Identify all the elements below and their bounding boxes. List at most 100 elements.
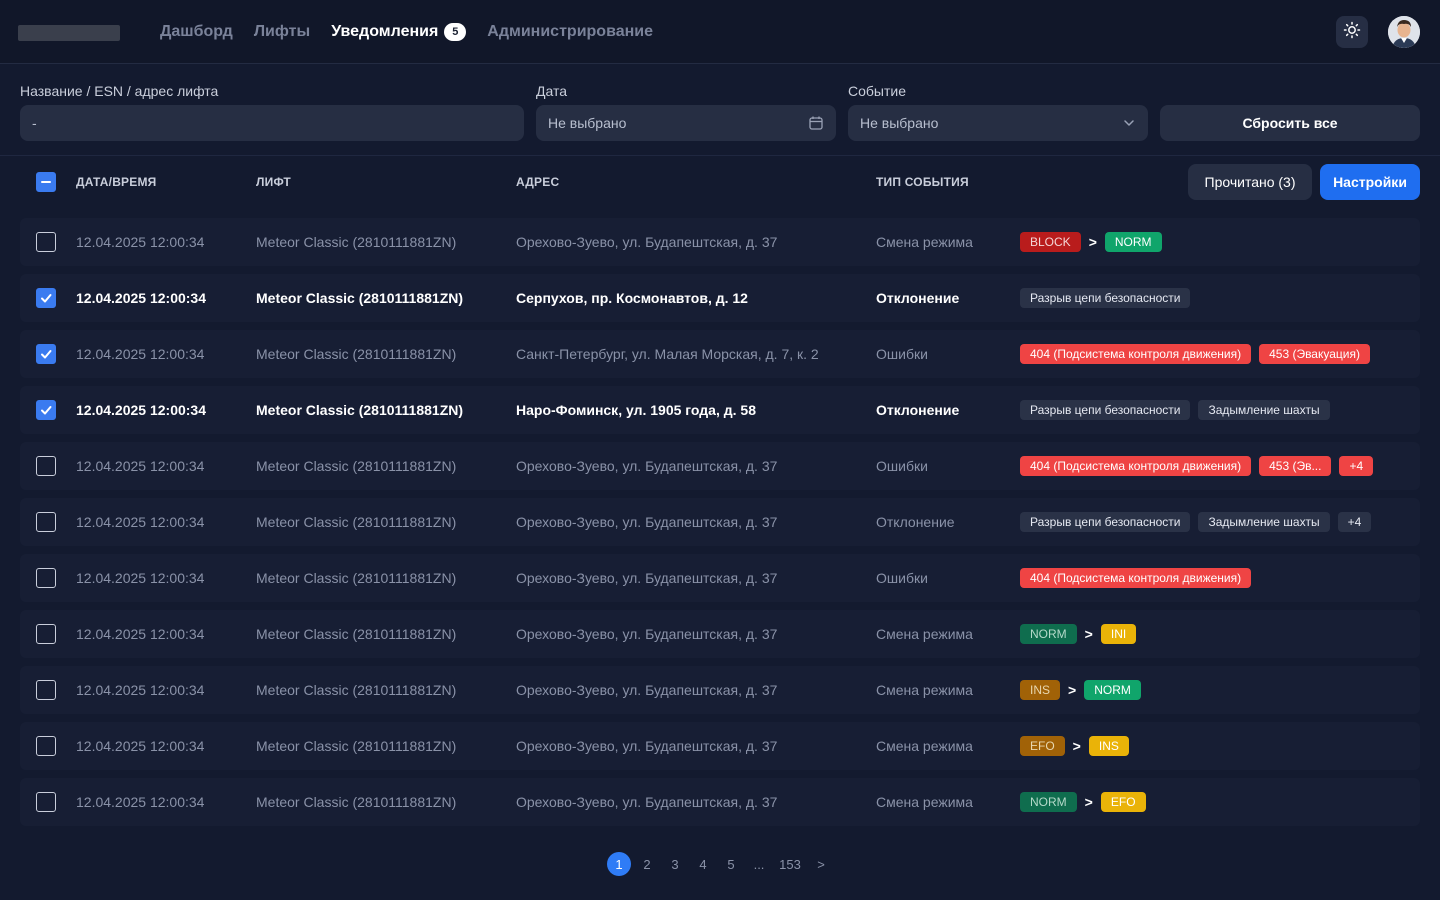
row-datetime: 12.04.2025 12:00:34: [76, 794, 205, 810]
row-address: Орехово-Зуево, ул. Будапештская, д. 37: [516, 794, 778, 810]
row-lift: Meteor Classic (2810111881ZN): [256, 458, 457, 474]
pagination: 1 2 3 4 5... 153 >: [0, 852, 1440, 876]
page-button[interactable]: 4: [695, 852, 711, 876]
table-row[interactable]: 12.04.2025 12:00:34 Meteor Classic (28101…: [20, 218, 1420, 266]
row-datetime: 12.04.2025 12:00:34: [76, 402, 206, 418]
nav-item-notifications[interactable]: Уведомления 5: [331, 23, 467, 41]
nav-item-lifts[interactable]: Лифты: [254, 23, 310, 41]
page-button[interactable]: 3: [667, 852, 683, 876]
row-event-type: Смена режима: [876, 682, 973, 698]
notifications-count-badge: 5: [444, 23, 467, 41]
logo[interactable]: [18, 25, 120, 41]
table-row[interactable]: 12.04.2025 12:00:34 Meteor Classic (28101…: [20, 722, 1420, 770]
row-lift: Meteor Classic (2810111881ZN): [256, 346, 457, 362]
nav-item-label: Дашборд: [160, 23, 233, 40]
table-row[interactable]: 12.04.2025 12:00:34 Meteor Classic (28101…: [20, 666, 1420, 714]
reset-all-button[interactable]: Сбросить все: [1160, 105, 1420, 141]
row-datetime: 12.04.2025 12:00:34: [76, 234, 205, 250]
row-checkbox[interactable]: [36, 400, 56, 420]
table-row[interactable]: 12.04.2025 12:00:34 Meteor Classic (28101…: [20, 610, 1420, 658]
row-checkbox[interactable]: [36, 288, 56, 308]
row-event-type: Ошибки: [876, 458, 928, 474]
date-picker[interactable]: Не выбрано: [536, 105, 836, 141]
table-row[interactable]: 12.04.2025 12:00:34 Meteor Classic (28101…: [20, 330, 1420, 378]
row-address: Наро-Фоминск, ул. 1905 года, д. 58: [516, 402, 756, 418]
row-event-type: Смена режима: [876, 626, 973, 642]
row-checkbox[interactable]: [36, 456, 56, 476]
theme-toggle-button[interactable]: [1336, 16, 1368, 48]
column-header-address[interactable]: АДРЕС: [516, 175, 559, 189]
row-checkbox[interactable]: [36, 736, 56, 756]
arrow-right-icon: >: [1088, 234, 1097, 250]
row-address: Орехово-Зуево, ул. Будапештская, д. 37: [516, 626, 778, 642]
row-lift: Meteor Classic (2810111881ZN): [256, 626, 457, 642]
check-icon: [41, 350, 52, 359]
row-lift: Meteor Classic (2810111881ZN): [256, 682, 457, 698]
page-button[interactable]: 153: [776, 852, 804, 876]
row-lift: Meteor Classic (2810111881ZN): [256, 234, 457, 250]
event-tag: +4: [1337, 512, 1372, 532]
row-address: Орехово-Зуево, ул. Будапештская, д. 37: [516, 514, 778, 530]
chevron-down-icon: [1122, 116, 1136, 130]
row-event-tags: Разрыв цепи безопасности Задымление шахты…: [1020, 498, 1372, 546]
row-checkbox[interactable]: [36, 624, 56, 644]
mark-read-button[interactable]: Прочитано (3): [1188, 164, 1312, 200]
event-tag: EFO: [1020, 736, 1065, 756]
column-header-event-type[interactable]: ТИП СОБЫТИЯ: [876, 175, 969, 189]
event-tag: NORM: [1020, 792, 1077, 812]
row-checkbox[interactable]: [36, 568, 56, 588]
row-address: Санкт-Петербург, ул. Малая Морская, д. 7…: [516, 346, 819, 362]
row-address: Орехово-Зуево, ул. Будапештская, д. 37: [516, 234, 778, 250]
table-row[interactable]: 12.04.2025 12:00:34 Meteor Classic (28101…: [20, 442, 1420, 490]
row-event-type: Смена режима: [876, 234, 973, 250]
nav-item-label: Уведомления: [331, 23, 439, 40]
row-checkbox[interactable]: [36, 232, 56, 252]
row-event-type: Отклонение: [876, 290, 960, 306]
row-checkbox[interactable]: [36, 344, 56, 364]
event-tag: INS: [1088, 736, 1129, 756]
event-tag: 404 (Подсистема контроля движения): [1020, 344, 1252, 364]
top-bar: Дашборд Лифты Уведомления 5 Администриро…: [0, 0, 1440, 64]
next-page-button[interactable]: >: [813, 852, 829, 876]
page-button[interactable]: 1: [607, 852, 631, 876]
table-row[interactable]: 12.04.2025 12:00:34 Meteor Classic (28101…: [20, 498, 1420, 546]
row-address: Орехово-Зуево, ул. Будапештская, д. 37: [516, 738, 778, 754]
row-datetime: 12.04.2025 12:00:34: [76, 738, 205, 754]
event-tag: BLOCK: [1020, 232, 1081, 252]
avatar[interactable]: [1388, 16, 1420, 48]
page-button[interactable]: 2: [639, 852, 655, 876]
row-event-type: Смена режима: [876, 738, 973, 754]
table-header: ДАТА/ВРЕМЯ ЛИФТ АДРЕС ТИП СОБЫТИЯ Прочит…: [20, 157, 1420, 207]
row-checkbox[interactable]: [36, 680, 56, 700]
page-button[interactable]: 5: [723, 852, 739, 876]
sun-icon: [1343, 21, 1361, 44]
search-input-value: -: [32, 115, 37, 131]
row-checkbox[interactable]: [36, 512, 56, 532]
check-icon: [41, 406, 52, 415]
date-label: Дата: [536, 83, 568, 99]
table-row[interactable]: 12.04.2025 12:00:34 Meteor Classic (28101…: [20, 274, 1420, 322]
row-datetime: 12.04.2025 12:00:34: [76, 682, 205, 698]
table-row[interactable]: 12.04.2025 12:00:34 Meteor Classic (28101…: [20, 554, 1420, 602]
event-select[interactable]: Не выбрано: [848, 105, 1148, 141]
nav-item-dashboard[interactable]: Дашборд: [160, 23, 233, 41]
row-address: Орехово-Зуево, ул. Будапештская, д. 37: [516, 570, 778, 586]
column-header-date[interactable]: ДАТА/ВРЕМЯ: [76, 175, 157, 189]
event-tag: 453 (Эвакуация): [1259, 344, 1370, 364]
settings-button[interactable]: Настройки: [1320, 164, 1420, 200]
event-tag: 404 (Подсистема контроля движения): [1020, 456, 1252, 476]
search-input[interactable]: -: [20, 105, 524, 141]
row-event-tags: 404 (Подсистема контроля движения) 453 (Э…: [1020, 330, 1370, 378]
event-select-value: Не выбрано: [860, 115, 939, 131]
nav-item-administration[interactable]: Администрирование: [487, 23, 653, 41]
table-row[interactable]: 12.04.2025 12:00:34 Meteor Classic (28101…: [20, 386, 1420, 434]
select-all-checkbox[interactable]: [36, 172, 56, 192]
date-picker-value: Не выбрано: [548, 115, 627, 131]
column-header-lift[interactable]: ЛИФТ: [256, 175, 291, 189]
table-row[interactable]: 12.04.2025 12:00:34 Meteor Classic (28101…: [20, 778, 1420, 826]
row-checkbox[interactable]: [36, 792, 56, 812]
event-tag: 453 (Эв...: [1259, 456, 1332, 476]
row-address: Серпухов, пр. Космонавтов, д. 12: [516, 290, 748, 306]
row-datetime: 12.04.2025 12:00:34: [76, 346, 205, 362]
row-lift: Meteor Classic (2810111881ZN): [256, 290, 464, 306]
